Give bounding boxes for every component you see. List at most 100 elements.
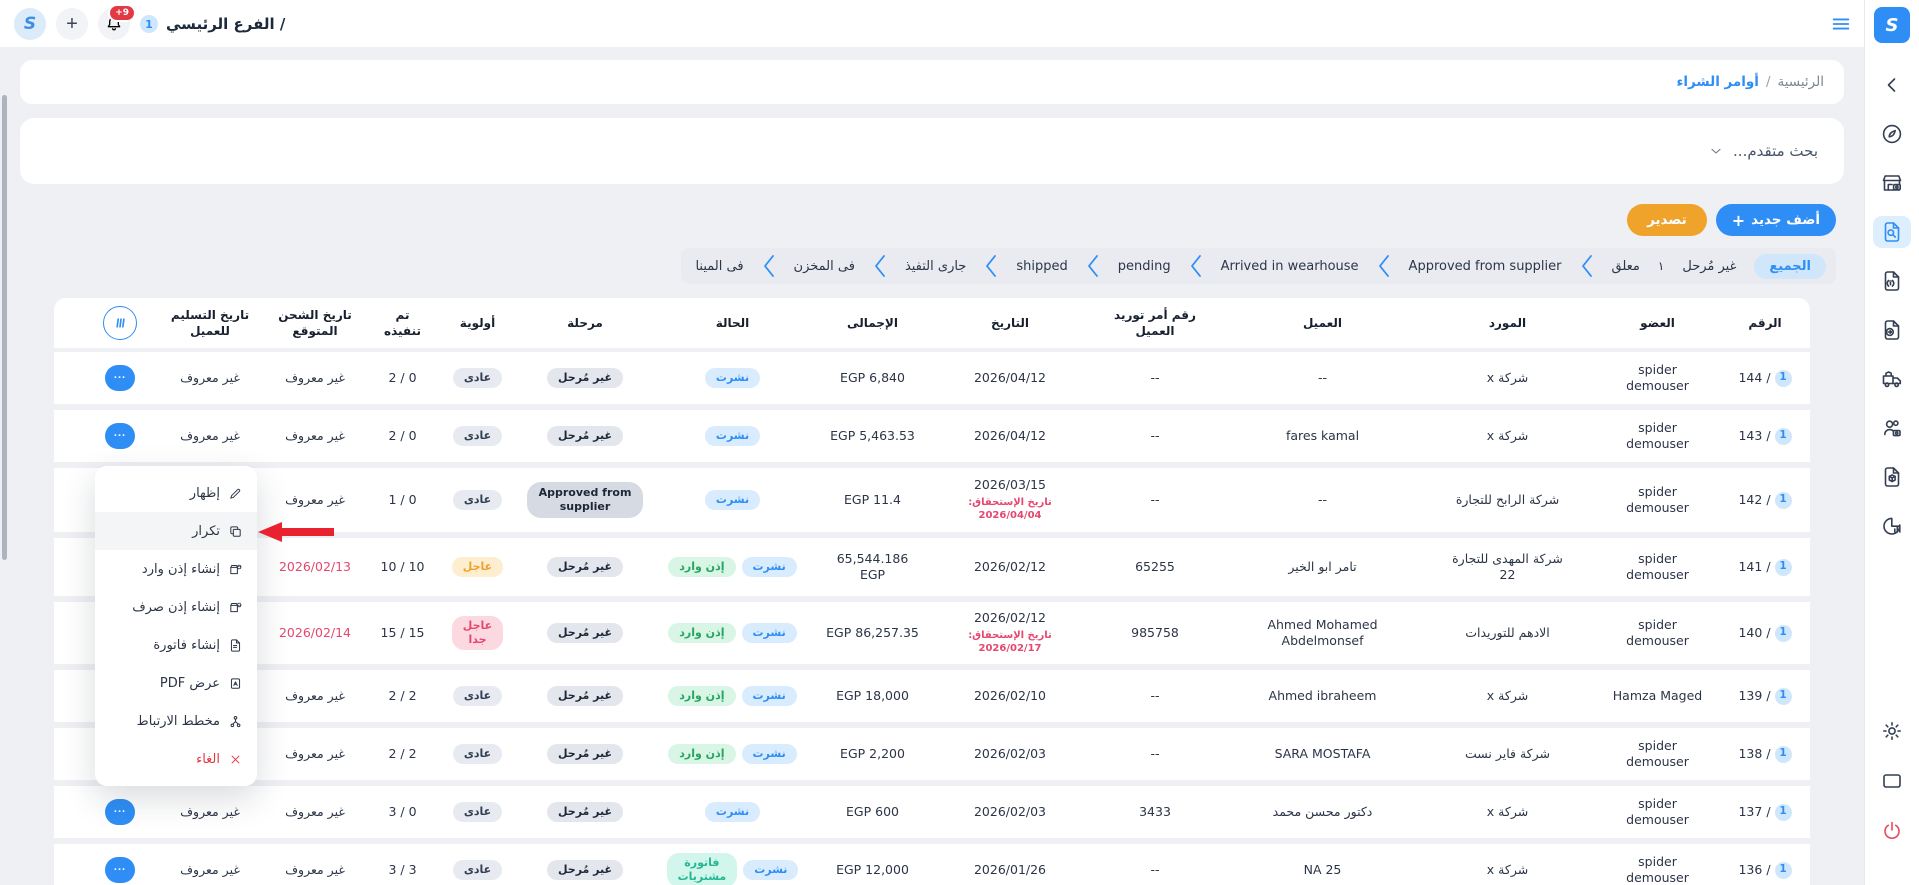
- cell-priority: عاجل: [440, 553, 515, 581]
- cell-client: Ahmed ibraheem: [1225, 684, 1420, 708]
- top-bar: S + +9 1 الفرع الرئيسي /: [0, 0, 1864, 48]
- row-actions-button[interactable]: ...: [105, 365, 135, 391]
- cell-client: --: [1225, 366, 1420, 390]
- filter-chip[interactable]: فى المخزن: [790, 255, 859, 278]
- advanced-search-toggle[interactable]: بحث متقدم...: [1708, 142, 1818, 160]
- table-row[interactable]: 141 / 1spiderdemouserشركة المهدى للتجارة…: [54, 538, 1810, 596]
- cell-supplier: شركة فاير نست: [1420, 742, 1595, 766]
- table-row[interactable]: 140 / 1spiderdemouserالادهم للتوريداتAhm…: [54, 602, 1810, 664]
- table-row[interactable]: 136 / 1spiderdemouserشركة xNA 25--2026/0…: [54, 844, 1810, 885]
- table-row[interactable]: 139 / 1Hamza Magedشركة xAhmed ibraheem--…: [54, 670, 1810, 722]
- stage-pill: غير مُرحل: [547, 426, 623, 446]
- menu-toggle-button[interactable]: [1830, 13, 1852, 39]
- status-pill: إذن وارد: [668, 557, 735, 577]
- copy-icon: [228, 524, 243, 539]
- cell-supplier: شركة الرابح للتجارة: [1420, 488, 1595, 512]
- filter-chip[interactable]: pending: [1114, 255, 1175, 278]
- box-out-icon: [228, 600, 243, 615]
- quick-add-button[interactable]: +: [56, 8, 88, 40]
- sidebar-item-settings-gear-icon[interactable]: [1873, 715, 1911, 747]
- cell-status: نشرتإذن وارد: [655, 619, 810, 647]
- cell-total: EGP 18,000: [810, 684, 935, 708]
- table-row[interactable]: 144 / 1spiderdemouserشركة x----2026/04/1…: [54, 352, 1810, 404]
- chevron-down-icon: [1708, 143, 1724, 159]
- priority-pill: عادى: [453, 426, 502, 446]
- sidebar-item-pos-store-icon[interactable]: [1873, 167, 1911, 199]
- cell-supplier: شركة x: [1420, 684, 1595, 708]
- cell-stage: غير مُرحل: [515, 856, 655, 884]
- context-menu-item[interactable]: إظهار: [95, 474, 257, 512]
- advanced-search-label: بحث متقدم...: [1733, 142, 1818, 160]
- brand-logo-icon[interactable]: S: [14, 8, 46, 40]
- cell-order-number: 144 / 1: [1720, 366, 1810, 391]
- row-actions-button[interactable]: ...: [105, 423, 135, 449]
- filter-chip-unposted[interactable]: غير مُرحل: [1678, 255, 1740, 278]
- branch-selector[interactable]: 1 الفرع الرئيسي /: [140, 15, 285, 33]
- context-menu-item-label: إنشاء إذن وارد: [142, 562, 220, 577]
- cell-done: 3 / 3: [365, 858, 440, 882]
- table-row[interactable]: 143 / 1spiderdemouserشركة xfares kamal--…: [54, 410, 1810, 462]
- context-menu-item[interactable]: إنشاء إذن وارد: [95, 550, 257, 588]
- row-actions-button[interactable]: ...: [105, 857, 135, 883]
- filter-chip[interactable]: جارى التفيذ: [901, 255, 970, 278]
- cell-date: 2026/01/26: [935, 858, 1085, 882]
- context-menu-item[interactable]: إنشاء إذن صرف: [95, 588, 257, 626]
- context-menu-item[interactable]: الغاء: [95, 740, 257, 778]
- cell-date: 2026/02/10: [935, 684, 1085, 708]
- vertical-scrollbar[interactable]: [2, 95, 7, 560]
- filter-chip[interactable]: Arrived in wearhouse: [1217, 255, 1363, 278]
- cell-member: spiderdemouser: [1595, 850, 1720, 885]
- sidebar-item-invoices-doc-icon[interactable]: [1873, 265, 1911, 297]
- add-new-button[interactable]: أضف جديد +: [1716, 204, 1836, 236]
- stage-pill: غير مُرحل: [547, 557, 623, 577]
- cell-delivery-date: غير معروف: [155, 424, 265, 448]
- chevron-separator-icon: [984, 253, 998, 279]
- status-filter-bar: الجميعغير مُرحل١معلقApproved from suppli…: [0, 248, 1836, 284]
- products-doc-icon: [1880, 465, 1904, 489]
- due-date-note: تاريخ الإستحقاق: 2026/02/17: [937, 629, 1083, 656]
- context-menu-item[interactable]: عرض PDF: [95, 664, 257, 702]
- cell-supplier: شركة x: [1420, 858, 1595, 882]
- row-actions-button[interactable]: ...: [105, 799, 135, 825]
- table-row[interactable]: 138 / 1spiderdemouserشركة فاير نستSARA M…: [54, 728, 1810, 780]
- sidebar-item-logout-power-icon[interactable]: [1873, 815, 1911, 847]
- cell-done: 15 / 15: [365, 621, 440, 645]
- table-row[interactable]: 137 / 1spiderdemouserشركة xدكتور محسن مح…: [54, 786, 1810, 838]
- sidebar-item-dashboard-compass-icon[interactable]: [1873, 118, 1911, 150]
- context-menu-item[interactable]: تكرار: [95, 512, 257, 550]
- priority-pill: عادى: [453, 802, 502, 822]
- sidebar-item-collapse-chevron-icon[interactable]: [1873, 69, 1911, 101]
- cell-status: نشرت: [655, 422, 810, 450]
- context-menu-item[interactable]: إنشاء فاتورة: [95, 626, 257, 664]
- export-button[interactable]: تصدير: [1627, 204, 1707, 236]
- filter-chip-all[interactable]: الجميع: [1754, 254, 1826, 279]
- sidebar-item-screen-icon[interactable]: [1873, 765, 1911, 797]
- context-menu-item[interactable]: مخطط الارتباط: [95, 702, 257, 740]
- advanced-search-panel: بحث متقدم...: [20, 118, 1844, 184]
- app-logo-icon[interactable]: S: [1874, 7, 1910, 43]
- breadcrumb-home-link[interactable]: الرئيسية: [1778, 74, 1825, 90]
- cell-ship-date: 2026/02/14: [265, 621, 365, 645]
- cell-member: spiderdemouser: [1595, 416, 1720, 457]
- columns-settings-button[interactable]: [103, 306, 137, 340]
- filter-chip[interactable]: فى المينا: [691, 255, 747, 278]
- chevron-separator-icon: [1580, 253, 1594, 279]
- chevron-separator-icon: [762, 253, 776, 279]
- cell-ship-date: غير معروف: [265, 488, 365, 512]
- pencil-icon: [228, 486, 243, 501]
- filter-chip[interactable]: معلق: [1608, 255, 1644, 278]
- sidebar-item-reports-pie-icon[interactable]: [1873, 510, 1911, 542]
- sidebar-item-clients-group-icon[interactable]: [1873, 412, 1911, 444]
- sidebar-item-purchase-orders-icon[interactable]: [1873, 216, 1911, 248]
- cell-member: spiderdemouser: [1595, 480, 1720, 521]
- stage-pill: غير مُرحل: [547, 623, 623, 643]
- filter-chip[interactable]: Approved from supplier: [1405, 255, 1566, 278]
- sidebar-item-returns-doc-icon[interactable]: [1873, 314, 1911, 346]
- sidebar-item-products-doc-icon[interactable]: [1873, 461, 1911, 493]
- status-pill: نشرت: [742, 557, 797, 577]
- status-pill: نشرت: [705, 490, 760, 510]
- cell-delivery-date: غير معروف: [155, 800, 265, 824]
- sidebar-item-shipping-truck-icon[interactable]: [1873, 363, 1911, 395]
- filter-chip[interactable]: shipped: [1012, 255, 1071, 278]
- cell-order-number: 142 / 1: [1720, 488, 1810, 513]
